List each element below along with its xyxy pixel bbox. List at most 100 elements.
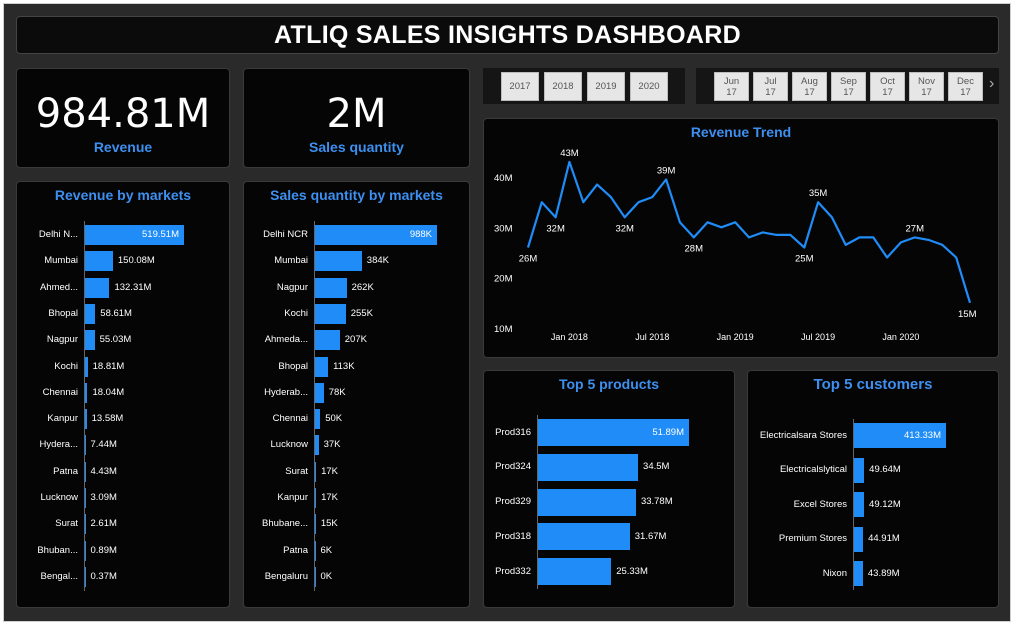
bar-value-label: 6K <box>320 544 333 556</box>
bar[interactable] <box>853 526 864 552</box>
data-label: 26M <box>519 253 538 264</box>
data-label: 43M <box>560 148 579 159</box>
bar-category-label: Lucknow <box>270 439 309 451</box>
bar-value-label: 0.37M <box>90 570 117 582</box>
bar-value-label: 44.91M <box>868 533 900 545</box>
bar-value-label: 0.89M <box>90 544 117 556</box>
bar-value-label: 2.61M <box>90 518 117 530</box>
bar[interactable] <box>853 492 865 518</box>
bar-value-label: 262K <box>351 281 374 293</box>
data-label: 35M <box>809 188 828 199</box>
bar-category-label: Excel Stores <box>793 498 847 510</box>
bar-category-label: Nagpur <box>276 281 308 293</box>
bar-value-label: 18.81M <box>92 360 125 372</box>
year-button-2017[interactable]: 2017 <box>501 72 539 101</box>
bar[interactable] <box>314 330 340 351</box>
bar-value-label: 31.67M <box>634 530 667 542</box>
revenue-by-markets-chart: Delhi N... 519.51M Mumbai 150.08M Ahmed... 13… <box>17 182 229 607</box>
data-label: 39M <box>657 166 676 177</box>
month-year: 17 <box>960 87 971 98</box>
bar[interactable] <box>314 277 347 298</box>
bar[interactable] <box>314 356 329 377</box>
bar-category-label: Ahmeda... <box>264 334 308 346</box>
bar-axis-line <box>314 221 315 591</box>
chevron-right-icon[interactable]: › <box>989 75 994 93</box>
bar[interactable] <box>84 277 110 298</box>
month-button-oct[interactable]: Oct 17 <box>870 72 905 101</box>
bar-value-label: 50K <box>325 413 343 425</box>
bar[interactable] <box>314 303 346 324</box>
bar[interactable] <box>84 303 96 324</box>
y-tick-label: 30M <box>494 223 513 234</box>
bar-value-label: 15K <box>320 518 338 530</box>
bar[interactable] <box>314 382 324 403</box>
bar-category-label: Prod318 <box>495 530 531 542</box>
bar-category-label: Prod324 <box>495 461 531 473</box>
bar[interactable] <box>853 561 863 587</box>
bar[interactable] <box>84 330 95 351</box>
month-button-jun[interactable]: Jun 17 <box>714 72 749 101</box>
revenue-trend-line <box>526 160 972 304</box>
bar-value-label: 55.03M <box>99 334 132 346</box>
month-button-dec[interactable]: Dec 17 <box>948 72 983 101</box>
month-button-jul[interactable]: Jul 17 <box>753 72 788 101</box>
bar-category-label: Chennai <box>272 413 308 425</box>
month-label: Jun <box>723 76 740 87</box>
bar-category-label: Kanpur <box>47 413 78 425</box>
month-year: 17 <box>882 87 893 98</box>
bar-category-label: Delhi N... <box>38 229 78 240</box>
data-label: 27M <box>906 223 925 234</box>
bar-value-label: 132.31M <box>114 281 152 293</box>
bar[interactable] <box>314 251 362 272</box>
kpi-quantity-value: 2M <box>326 91 387 137</box>
top-products-panel: Top 5 products Prod316 51.89M Prod324 34.5M… <box>483 370 735 608</box>
month-button-aug[interactable]: Aug 17 <box>792 72 827 101</box>
year-button-2020[interactable]: 2020 <box>630 72 668 101</box>
bar-value-label: 18.04M <box>92 386 125 398</box>
bar-category-label: Surat <box>285 465 308 477</box>
bar[interactable] <box>537 558 612 586</box>
y-tick-label: 10M <box>494 324 513 335</box>
bar-axis-line <box>853 419 854 591</box>
bar[interactable] <box>84 251 113 272</box>
bar[interactable] <box>537 488 636 516</box>
bar-value-label: 17K <box>321 465 339 477</box>
bar-value-label: 49.12M <box>869 498 901 510</box>
month-year: 17 <box>726 87 737 98</box>
bar[interactable] <box>853 457 865 483</box>
bar-value-label: 33.78M <box>640 496 673 508</box>
sales-qty-by-markets-panel: Sales quantity by markets Delhi NCR 988K M… <box>243 181 470 608</box>
month-button-sep[interactable]: Sep 17 <box>831 72 866 101</box>
top-products-chart: Prod316 51.89M Prod324 34.5M Prod329 33.78M Pr… <box>484 371 734 607</box>
bar-category-label: Kochi <box>284 307 308 319</box>
bar-axis-line <box>84 221 85 591</box>
bar-value-label: 3.09M <box>90 492 117 503</box>
bar[interactable] <box>537 523 630 551</box>
kpi-revenue-label: Revenue <box>93 139 153 155</box>
bar-value-label: 0K <box>320 570 333 582</box>
bar-category-label: Prod332 <box>495 565 531 577</box>
year-button-2019[interactable]: 2019 <box>587 72 625 101</box>
bar-category-label: Mumbai <box>44 255 78 267</box>
kpi-revenue-value: 984.81M <box>35 91 211 137</box>
bar-value-label: 49.64M <box>869 464 901 476</box>
bar-value-label: 58.61M <box>100 307 132 319</box>
dashboard-title: ATLIQ SALES INSIGHTS DASHBOARD <box>16 16 999 54</box>
bar-category-label: Bhopal <box>48 307 78 319</box>
x-tick-label: Jan 2018 <box>551 332 588 342</box>
x-tick-label: Jan 2020 <box>882 332 919 342</box>
bar-value-label: 78K <box>328 386 346 398</box>
month-year: 17 <box>843 87 854 98</box>
y-tick-label: 40M <box>494 173 513 184</box>
month-button-nov[interactable]: Nov 17 <box>909 72 944 101</box>
year-button-2018[interactable]: 2018 <box>544 72 582 101</box>
bar[interactable] <box>537 453 639 481</box>
bar-value-label: 17K <box>321 492 339 503</box>
bar-value-label: 384K <box>366 255 389 267</box>
bar-value-label: 25.33M <box>616 565 648 577</box>
bar-value-label: 37K <box>323 439 341 451</box>
top-customers-panel: Top 5 customers Electricalsara Stores 413… <box>747 370 999 608</box>
bar-category-label: Electricalslytical <box>779 464 847 476</box>
revenue-by-markets-panel: Revenue by markets Delhi N... 519.51M Mumb… <box>16 181 230 608</box>
revenue-trend-chart: 40M 30M 20M 10M Jan 2018 Jul 2018 Jan 2019 Jul … <box>494 148 977 342</box>
